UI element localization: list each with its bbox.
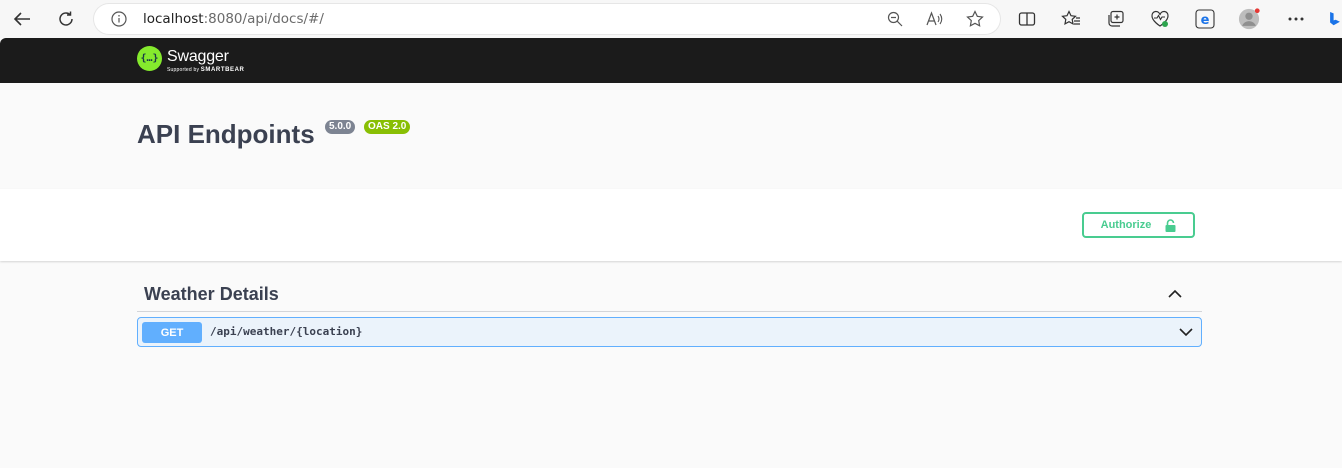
more-menu-icon[interactable]: [1285, 8, 1307, 30]
zoom-out-icon[interactable]: [885, 9, 905, 29]
chevron-down-icon[interactable]: [1177, 323, 1195, 341]
back-arrow-icon[interactable]: [8, 5, 36, 33]
api-info-section: API Endpoints 5.0.0 OAS 2.0: [0, 83, 1342, 189]
chevron-up-icon[interactable]: [1166, 284, 1184, 302]
refresh-icon[interactable]: [52, 5, 80, 33]
swagger-topbar: {…} Swagger Supported by SMARTBEAR: [0, 38, 1342, 83]
bing-icon[interactable]: [1328, 8, 1342, 30]
url-path: :8080/api/docs/#/: [203, 11, 324, 27]
browser-toolbar: localhost:8080/api/docs/#/ e: [0, 0, 1342, 38]
supported-by-text: Supported by: [167, 67, 200, 73]
url-host: localhost: [143, 11, 204, 27]
operation-path: /api/weather/{location}: [210, 325, 363, 338]
authorize-button[interactable]: Authorize: [1082, 212, 1195, 238]
swagger-logo-supported: Supported by SMARTBEAR: [167, 67, 244, 74]
favorites-icon[interactable]: [1060, 8, 1082, 30]
authorize-label: Authorize: [1100, 219, 1152, 231]
url-text[interactable]: localhost:8080/api/docs/#/: [143, 11, 324, 27]
edge-icon[interactable]: e: [1194, 8, 1216, 30]
version-badge: 5.0.0: [325, 120, 356, 134]
swagger-logo[interactable]: {…} Swagger Supported by SMARTBEAR: [137, 46, 244, 74]
swagger-logo-icon: {…}: [137, 46, 162, 71]
info-icon[interactable]: [110, 10, 128, 28]
swagger-logo-name: Swagger: [167, 48, 229, 65]
smartbear-text: SMARTBEAR: [200, 67, 245, 73]
address-bar[interactable]: localhost:8080/api/docs/#/: [94, 4, 1000, 34]
method-badge: GET: [142, 322, 202, 343]
operation-get-weather[interactable]: GET /api/weather/{location}: [137, 317, 1202, 347]
profile-avatar-icon[interactable]: [1238, 8, 1260, 30]
svg-text:e: e: [1201, 13, 1210, 28]
tag-title: Weather Details: [144, 284, 279, 304]
page-title: API Endpoints: [137, 119, 315, 149]
read-aloud-icon[interactable]: [925, 9, 945, 29]
lock-icon: [1165, 218, 1176, 232]
browser-health-icon[interactable]: [1149, 8, 1171, 30]
scheme-container: Authorize: [0, 189, 1342, 261]
oas-badge: OAS 2.0: [364, 120, 411, 134]
split-screen-icon[interactable]: [1016, 8, 1038, 30]
favorite-star-icon[interactable]: [965, 9, 985, 29]
collections-icon[interactable]: [1105, 8, 1127, 30]
tag-section-header[interactable]: Weather Details: [137, 274, 1202, 312]
